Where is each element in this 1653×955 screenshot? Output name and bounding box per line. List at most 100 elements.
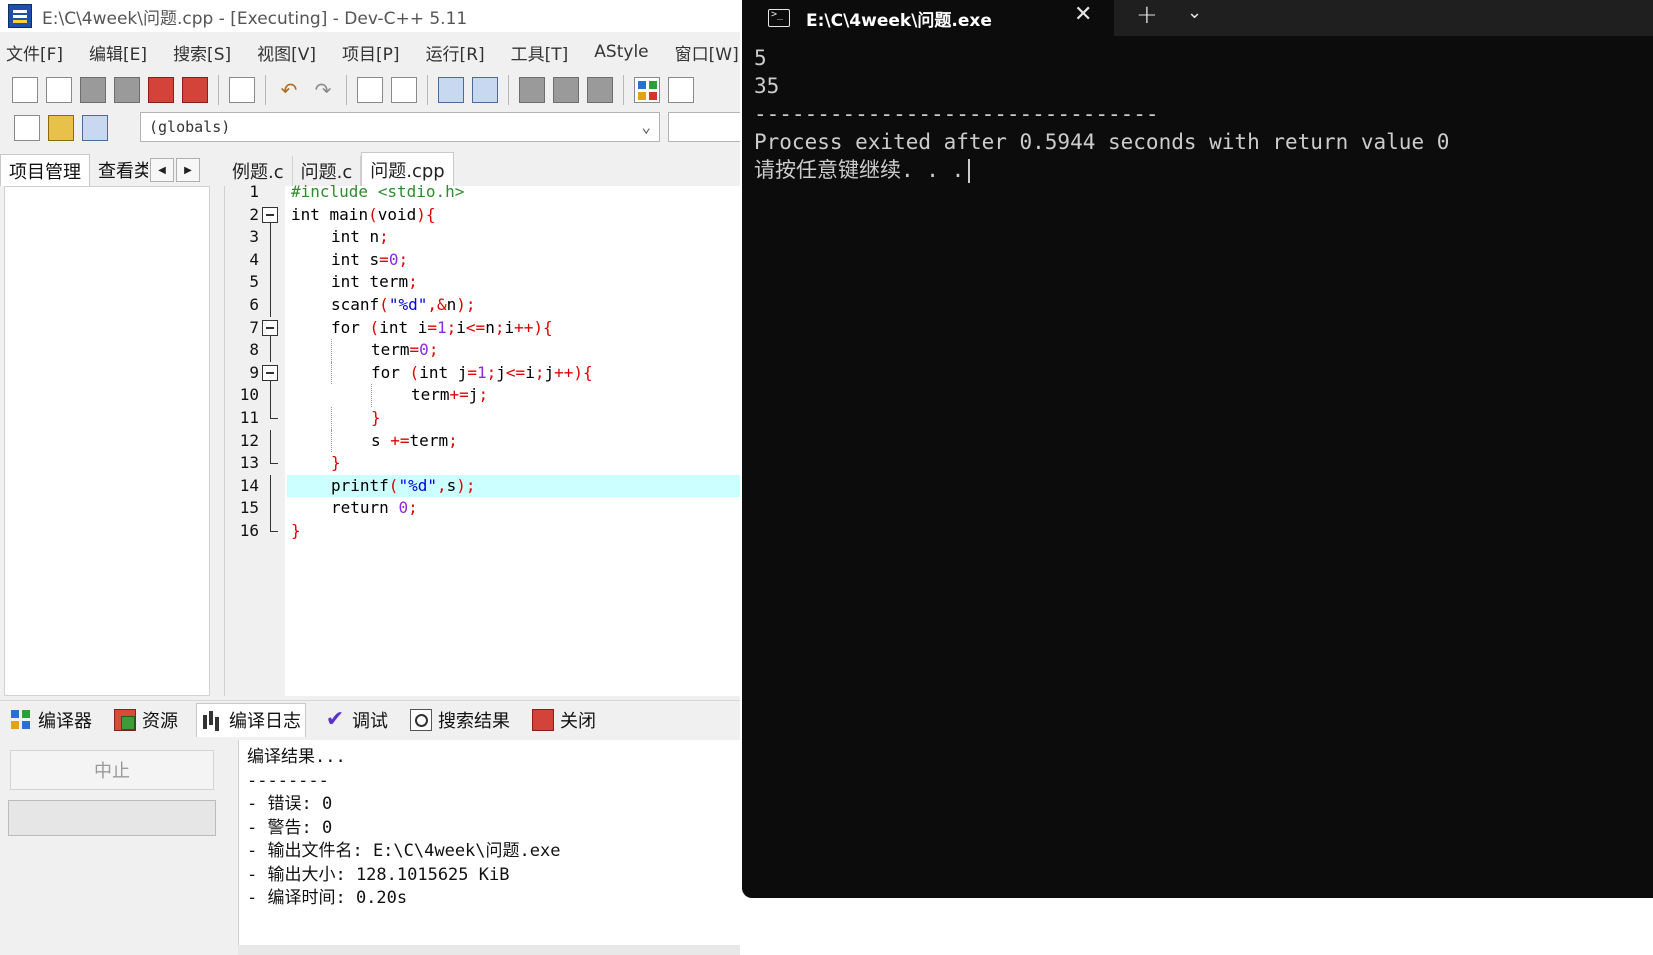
code-line[interactable]: 1 #include <stdio.h> bbox=[225, 181, 740, 204]
code-line[interactable]: 13} bbox=[225, 452, 740, 475]
grid-icon[interactable] bbox=[634, 77, 660, 103]
code-line[interactable]: 16} bbox=[225, 520, 740, 543]
redo-icon[interactable]: ↷ bbox=[310, 78, 336, 102]
fold-line bbox=[270, 226, 271, 249]
close-file-icon[interactable] bbox=[148, 77, 174, 103]
code-line[interactable]: 15 return 0; bbox=[225, 497, 740, 520]
fold-end bbox=[270, 520, 278, 532]
code-line[interactable]: 2 int main(void){ bbox=[225, 204, 740, 227]
code-line[interactable]: 10 term+=j; bbox=[225, 384, 740, 407]
tab-compile-log-label: 编译日志 bbox=[229, 711, 301, 732]
save-all-icon[interactable] bbox=[114, 77, 140, 103]
code-token: ++ bbox=[514, 317, 534, 337]
code-line[interactable]: 3 int n; bbox=[225, 226, 740, 249]
tab-class-browser[interactable]: 查看类 bbox=[90, 154, 148, 186]
code-line[interactable]: 5 int term; bbox=[225, 271, 740, 294]
add-icon[interactable] bbox=[48, 115, 74, 141]
console-tab[interactable]: E:\C\4week\问题.exe ✕ bbox=[742, 0, 1114, 36]
indent-icon[interactable] bbox=[438, 77, 464, 103]
unindent-icon[interactable] bbox=[472, 77, 498, 103]
code-line[interactable]: 7 for (int i=1;i<=n;i++){ bbox=[225, 317, 740, 340]
open-icon[interactable] bbox=[46, 77, 72, 103]
code-token: 1 bbox=[437, 317, 447, 337]
line-number: 10 bbox=[239, 385, 259, 405]
code-token: ; bbox=[408, 272, 418, 292]
code-token: s bbox=[371, 430, 381, 450]
code-token: j bbox=[468, 385, 479, 405]
code-token: { bbox=[425, 204, 436, 224]
fold-marker[interactable] bbox=[261, 204, 281, 227]
compile-log[interactable]: 编译结果... -------- - 错误: 0 - 警告: 0 - 输出文件名… bbox=[238, 740, 740, 955]
code-token: i bbox=[408, 317, 428, 337]
code-token: int bbox=[331, 227, 360, 247]
print-icon[interactable] bbox=[229, 77, 255, 103]
new-file-icon[interactable] bbox=[12, 77, 38, 103]
menu-astyle[interactable]: AStyle bbox=[594, 42, 648, 62]
tab-scroll-right-icon[interactable]: ▶ bbox=[176, 158, 200, 182]
menu-tools[interactable]: 工具[T] bbox=[511, 40, 569, 65]
chevron-down-icon[interactable]: ⌄ bbox=[1187, 2, 1202, 23]
code-token: ) bbox=[533, 317, 544, 337]
project-panel[interactable] bbox=[4, 186, 210, 696]
fold-marker[interactable] bbox=[261, 317, 281, 340]
abort-button[interactable]: 中止 bbox=[10, 750, 214, 790]
close-all-icon[interactable] bbox=[182, 77, 208, 103]
menu-run[interactable]: 运行[R] bbox=[426, 40, 485, 65]
tab-search-results[interactable]: 搜索结果 bbox=[406, 703, 514, 737]
fold-marker[interactable] bbox=[261, 362, 281, 385]
toggle-icon[interactable] bbox=[82, 115, 108, 141]
close-icon[interactable]: ✕ bbox=[1074, 2, 1092, 27]
window-icon[interactable] bbox=[668, 77, 694, 103]
code-line[interactable]: 6 scanf("%d",&n); bbox=[225, 294, 740, 317]
tab-compile-log[interactable]: 编译日志 bbox=[196, 702, 306, 737]
find-icon[interactable] bbox=[357, 77, 383, 103]
log-line: -------- bbox=[247, 770, 329, 791]
code-token: 1 bbox=[477, 362, 487, 382]
toggle-bookmark-icon[interactable] bbox=[587, 77, 613, 103]
code-token: n bbox=[446, 295, 457, 314]
code-token: , bbox=[427, 295, 437, 314]
title-bar: E:\C\4week\问题.cpp - [Executing] - Dev-C+… bbox=[0, 0, 740, 32]
code-text: int n; bbox=[287, 226, 740, 249]
menu-search[interactable]: 搜索[S] bbox=[173, 40, 231, 65]
console-output[interactable]: 5 35 -------------------------------- Pr… bbox=[754, 44, 1644, 184]
log-horizontal-scrollbar[interactable] bbox=[238, 945, 740, 955]
plus-icon[interactable]: + bbox=[1136, 0, 1158, 30]
line-number: 12 bbox=[239, 430, 259, 450]
code-token: j bbox=[544, 362, 555, 382]
code-line[interactable]: 12 s +=term; bbox=[225, 429, 740, 453]
menu-edit[interactable]: 编辑[E] bbox=[89, 40, 147, 65]
undo-icon[interactable]: ↶ bbox=[276, 78, 302, 102]
bookmark-icon[interactable] bbox=[553, 77, 579, 103]
line-number: 4 bbox=[249, 249, 259, 269]
insert-icon[interactable] bbox=[14, 115, 40, 141]
tab-project-manager[interactable]: 项目管理 bbox=[0, 154, 90, 186]
code-editor[interactable]: 1 #include <stdio.h> 2 int main(void){3 int … bbox=[224, 182, 740, 696]
save-icon[interactable] bbox=[80, 77, 106, 103]
tab-debug[interactable]: ✔ 调试 bbox=[320, 703, 392, 737]
code-token: = bbox=[379, 249, 389, 269]
scope-select[interactable]: (globals) ⌄ bbox=[140, 112, 660, 142]
menu-window[interactable]: 窗口[W] bbox=[675, 40, 739, 65]
menu-view[interactable]: 视图[V] bbox=[257, 40, 316, 65]
tab-scroll-left-icon[interactable]: ◀ bbox=[150, 158, 174, 182]
code-line[interactable]: 8 term=0; bbox=[225, 339, 740, 362]
code-line[interactable]: 9 for (int j=1;j<=i;j++){ bbox=[225, 361, 740, 385]
collapse-icon[interactable] bbox=[262, 364, 278, 381]
goto-icon[interactable] bbox=[519, 77, 545, 103]
collapse-icon[interactable] bbox=[262, 319, 278, 336]
code-line[interactable]: 4 int s=0; bbox=[225, 248, 740, 272]
replace-icon[interactable] bbox=[391, 77, 417, 103]
menu-project[interactable]: 项目[P] bbox=[342, 40, 400, 65]
function-select[interactable] bbox=[668, 112, 740, 142]
collapse-icon[interactable] bbox=[262, 206, 278, 223]
tab-close[interactable]: 关闭 bbox=[528, 703, 600, 737]
menu-file[interactable]: 文件[F] bbox=[6, 40, 63, 65]
code-token: = bbox=[467, 362, 477, 382]
code-line[interactable]: 14 printf("%d",s); bbox=[225, 474, 740, 498]
code-line[interactable]: 11} bbox=[225, 407, 740, 430]
code-token: i bbox=[525, 362, 535, 382]
tab-resources[interactable]: 资源 bbox=[110, 703, 182, 737]
tab-compiler[interactable]: 编译器 bbox=[6, 703, 96, 737]
